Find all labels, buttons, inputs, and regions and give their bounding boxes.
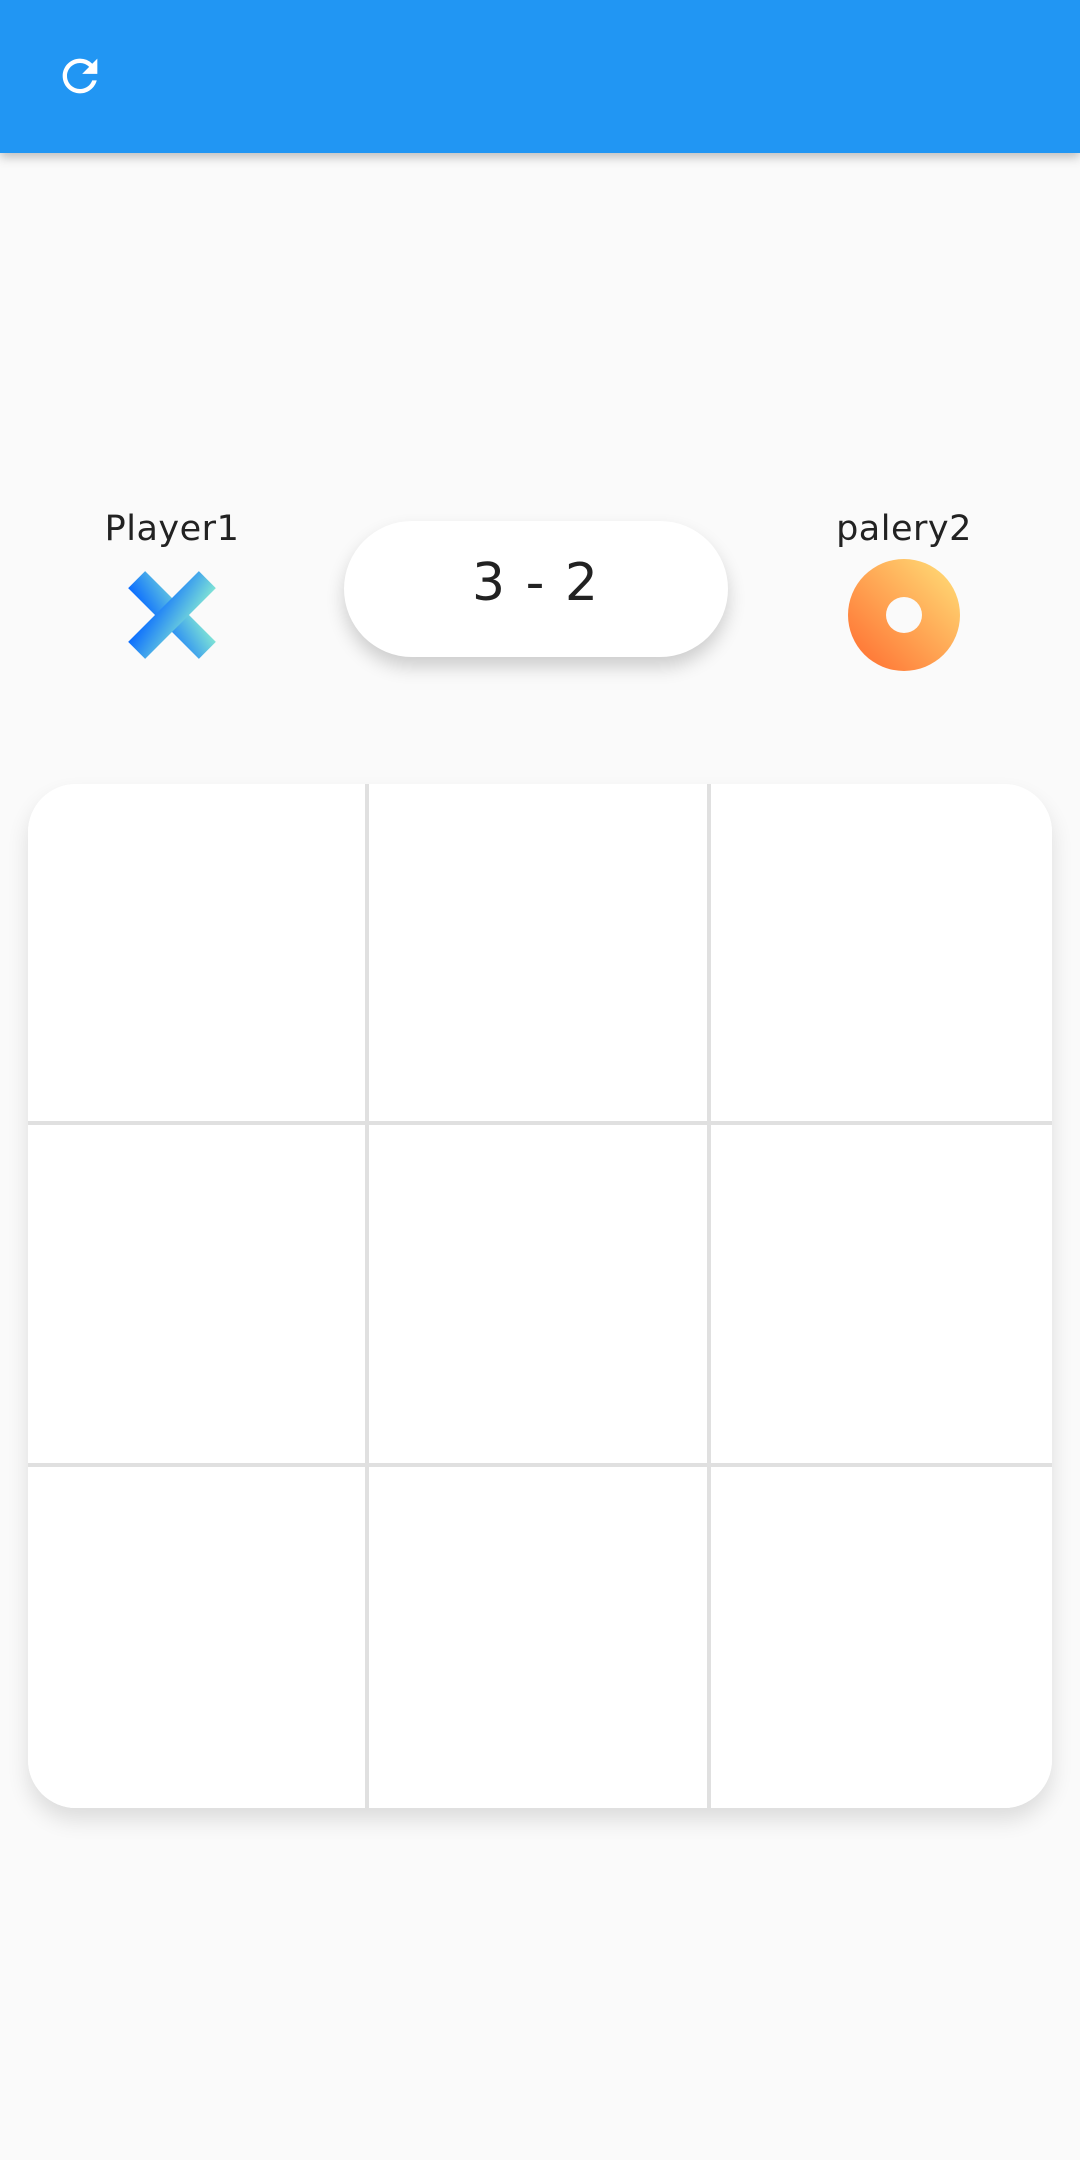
x-mark-icon [128, 571, 216, 659]
board-cell-1[interactable] [28, 784, 370, 1126]
player-two-name: palery2 [836, 509, 972, 549]
board-cell-7[interactable] [28, 1466, 370, 1808]
board-cell-9[interactable] [710, 1466, 1052, 1808]
app-bar [0, 0, 1080, 153]
player-two-panel: palery2 [784, 505, 1024, 671]
score-text: 3 - 2 [472, 553, 600, 613]
board-cell-8[interactable] [369, 1466, 711, 1808]
game-board [28, 784, 1052, 1808]
board-cell-4[interactable] [28, 1125, 370, 1467]
board-cell-2[interactable] [369, 784, 711, 1126]
score-display: 3 - 2 [344, 521, 728, 657]
player-one-name: Player1 [104, 509, 240, 549]
o-mark-icon [848, 559, 960, 671]
board-cell-6[interactable] [710, 1125, 1052, 1467]
player-one-panel: Player1 [52, 505, 292, 671]
refresh-icon [62, 58, 98, 94]
board-cell-5[interactable] [369, 1125, 711, 1467]
refresh-button[interactable] [40, 36, 120, 116]
board-cell-3[interactable] [710, 784, 1052, 1126]
